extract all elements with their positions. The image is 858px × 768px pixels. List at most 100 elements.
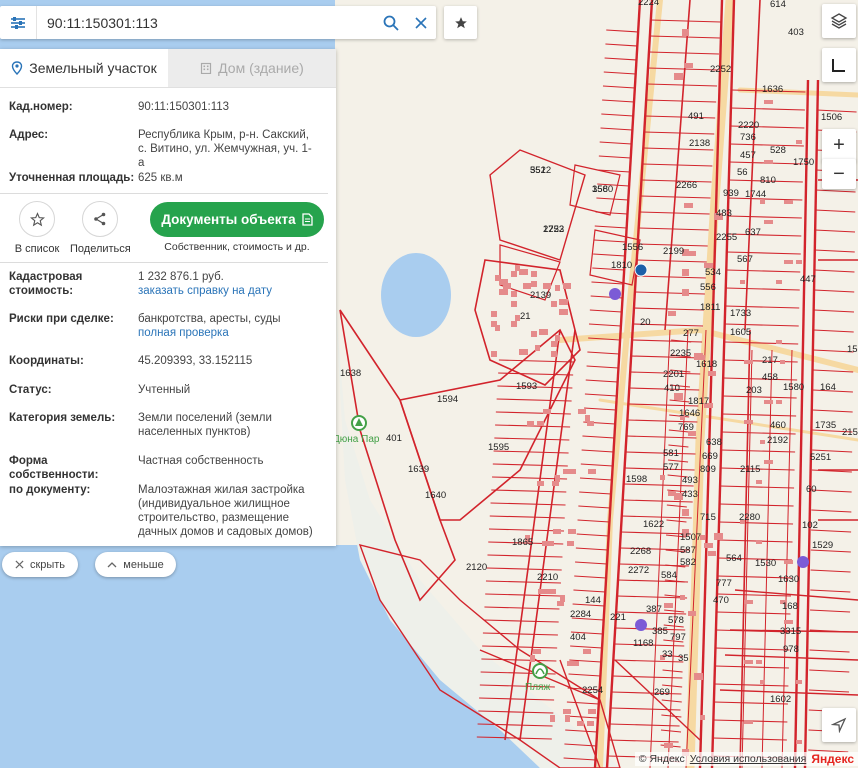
hide-label: скрыть [29, 558, 66, 571]
parcel-number-label: 2120 [466, 562, 487, 573]
search-input[interactable] [37, 7, 376, 38]
parcel-number-label: 534 [705, 267, 721, 278]
parcel-number-label: 401 [386, 433, 402, 444]
parcel-number-label: 810 [760, 175, 776, 186]
coordinates-label: Координаты: [9, 355, 84, 367]
close-icon [15, 560, 24, 569]
parcel-number-label: 1865 [512, 537, 533, 548]
parcel-number-label: 460 [770, 420, 786, 431]
ownership-value: Частная собственность [138, 455, 264, 467]
parcel-number-label: 2115 [740, 464, 760, 475]
zoom-in-button[interactable]: + [822, 129, 856, 162]
parcel-number-label: 1750 [793, 157, 814, 168]
parcel-number-label: 385 [652, 626, 668, 637]
risks-value: банкротства, аресты, суды [138, 313, 281, 325]
parcel-number-label: 2254 [582, 685, 603, 696]
parcel-number-label: 20 [640, 317, 651, 328]
by-document-label: по документу: [9, 484, 91, 496]
parcel-number-label: 1622 [643, 519, 664, 530]
documents-button[interactable]: Документы объекта [150, 202, 324, 237]
area-label: Уточненная площадь: [9, 172, 135, 184]
order-certificate-link[interactable]: заказать справку на дату [138, 284, 318, 298]
parcel-number-label: 1639 [408, 464, 429, 475]
favorites-button[interactable] [444, 6, 477, 39]
parcel-number-label: 221 [610, 612, 626, 623]
parcel-number-label: 447 [800, 274, 816, 285]
row-risks: Риски при сделке: банкротства, аресты, с… [9, 312, 327, 340]
parcel-number-label: 1556 [622, 242, 643, 253]
tab-building[interactable]: Дом (здание) [168, 49, 336, 87]
cad-number-link[interactable]: 90:11:150301:113 [138, 100, 318, 114]
parcel-number-label: 1580 [783, 382, 804, 393]
measure-ruler-button[interactable] [822, 48, 856, 82]
poi-park-icon [351, 415, 367, 431]
parcel-number-label: 1602 [770, 694, 791, 705]
parcel-number-label: 577 [663, 462, 679, 473]
parcel-number-label: 2252 [710, 64, 731, 75]
share-action[interactable]: Поделиться [70, 201, 131, 255]
documents-subtitle: Собственник, стоимость и др. [164, 241, 310, 253]
plus-icon: + [833, 133, 845, 156]
collapse-panel-button[interactable]: меньше [95, 552, 176, 577]
parcel-number-label: 777 [716, 578, 732, 589]
tab-label: Дом (здание) [218, 60, 304, 76]
terms-of-use-link[interactable]: Условия использования [690, 753, 807, 765]
geolocation-button[interactable] [822, 708, 856, 742]
parcel-number-label: 1640 [425, 490, 446, 501]
parcel-number-label: 1530 [755, 558, 776, 569]
full-check-link[interactable]: полная проверка [138, 326, 318, 340]
parcel-number-label: 637 [745, 227, 761, 238]
parcel-number-label: 33 [662, 649, 673, 660]
poi-beach-icon [532, 663, 548, 679]
parcel-number-label: 1598 [626, 474, 647, 485]
parcel-number-label: 556 [700, 282, 716, 293]
parcel-number-label: 582 [680, 557, 696, 568]
row-cad-number: Кад.номер: 90:11:150301:113 [9, 100, 327, 114]
parcel-number-label: 56 [737, 167, 748, 178]
search-icon [383, 15, 399, 31]
parcel-number-label: 1168 [633, 638, 653, 649]
parcel-number-label: 483 [716, 208, 732, 219]
parcel-number-label: 2235 [670, 348, 691, 359]
parcel-number-label: 1735 [815, 420, 836, 431]
parcel-number-label: 978 [783, 644, 799, 655]
row-land-category: Категория земель: Земли поселений (земли… [9, 411, 327, 439]
parcel-number-label: 3315 [780, 626, 801, 637]
tab-land-parcel[interactable]: Земельный участок [0, 49, 168, 87]
cad-number-label: Кад.номер: [9, 101, 73, 113]
parcel-number-label: 457 [740, 150, 756, 161]
clear-search-button[interactable] [406, 6, 436, 39]
layers-button[interactable] [822, 4, 856, 38]
parcel-number-label: 35 [678, 653, 689, 664]
parcel-number-label: 614 [770, 0, 786, 10]
parcel-number-label: 1646 [679, 408, 700, 419]
cad-value-label: Кадастровая стоимость: [9, 271, 83, 297]
parcel-number-label: 1811 [700, 302, 720, 313]
parcel-number-label: 1529 [812, 540, 833, 551]
parcel-number-label: 1595 [488, 442, 509, 453]
search-button[interactable] [376, 6, 406, 39]
parcel-number-label: 102 [802, 520, 818, 531]
location-pin-icon [12, 61, 23, 75]
add-to-list-action[interactable]: В список [12, 201, 62, 255]
parcel-number-label: 144 [585, 595, 601, 606]
parcel-number-label: 584 [661, 570, 677, 581]
zoom-out-button[interactable]: − [822, 159, 856, 189]
hide-panel-button[interactable]: скрыть [2, 552, 78, 577]
parcel-number-label: 168 [782, 601, 798, 612]
chevron-up-icon [107, 562, 117, 568]
address-label: Адрес: [9, 129, 49, 141]
less-label: меньше [123, 558, 164, 571]
sliders-icon [11, 16, 25, 29]
add-to-list-button[interactable] [19, 201, 55, 237]
ownership-label: Форма собственности: [9, 455, 99, 481]
parcel-number-label: 2255 [716, 232, 737, 243]
share-button[interactable] [82, 201, 118, 237]
poi-park-label: Дюна Пар [333, 434, 380, 445]
parcel-number-label: 2139 [530, 290, 551, 301]
parcel-number-label: 581 [663, 448, 679, 459]
filter-menu-button[interactable] [0, 6, 37, 39]
parcel-number-label: 1744 [745, 189, 766, 200]
share-label: Поделиться [70, 243, 131, 255]
star-icon [454, 16, 467, 28]
